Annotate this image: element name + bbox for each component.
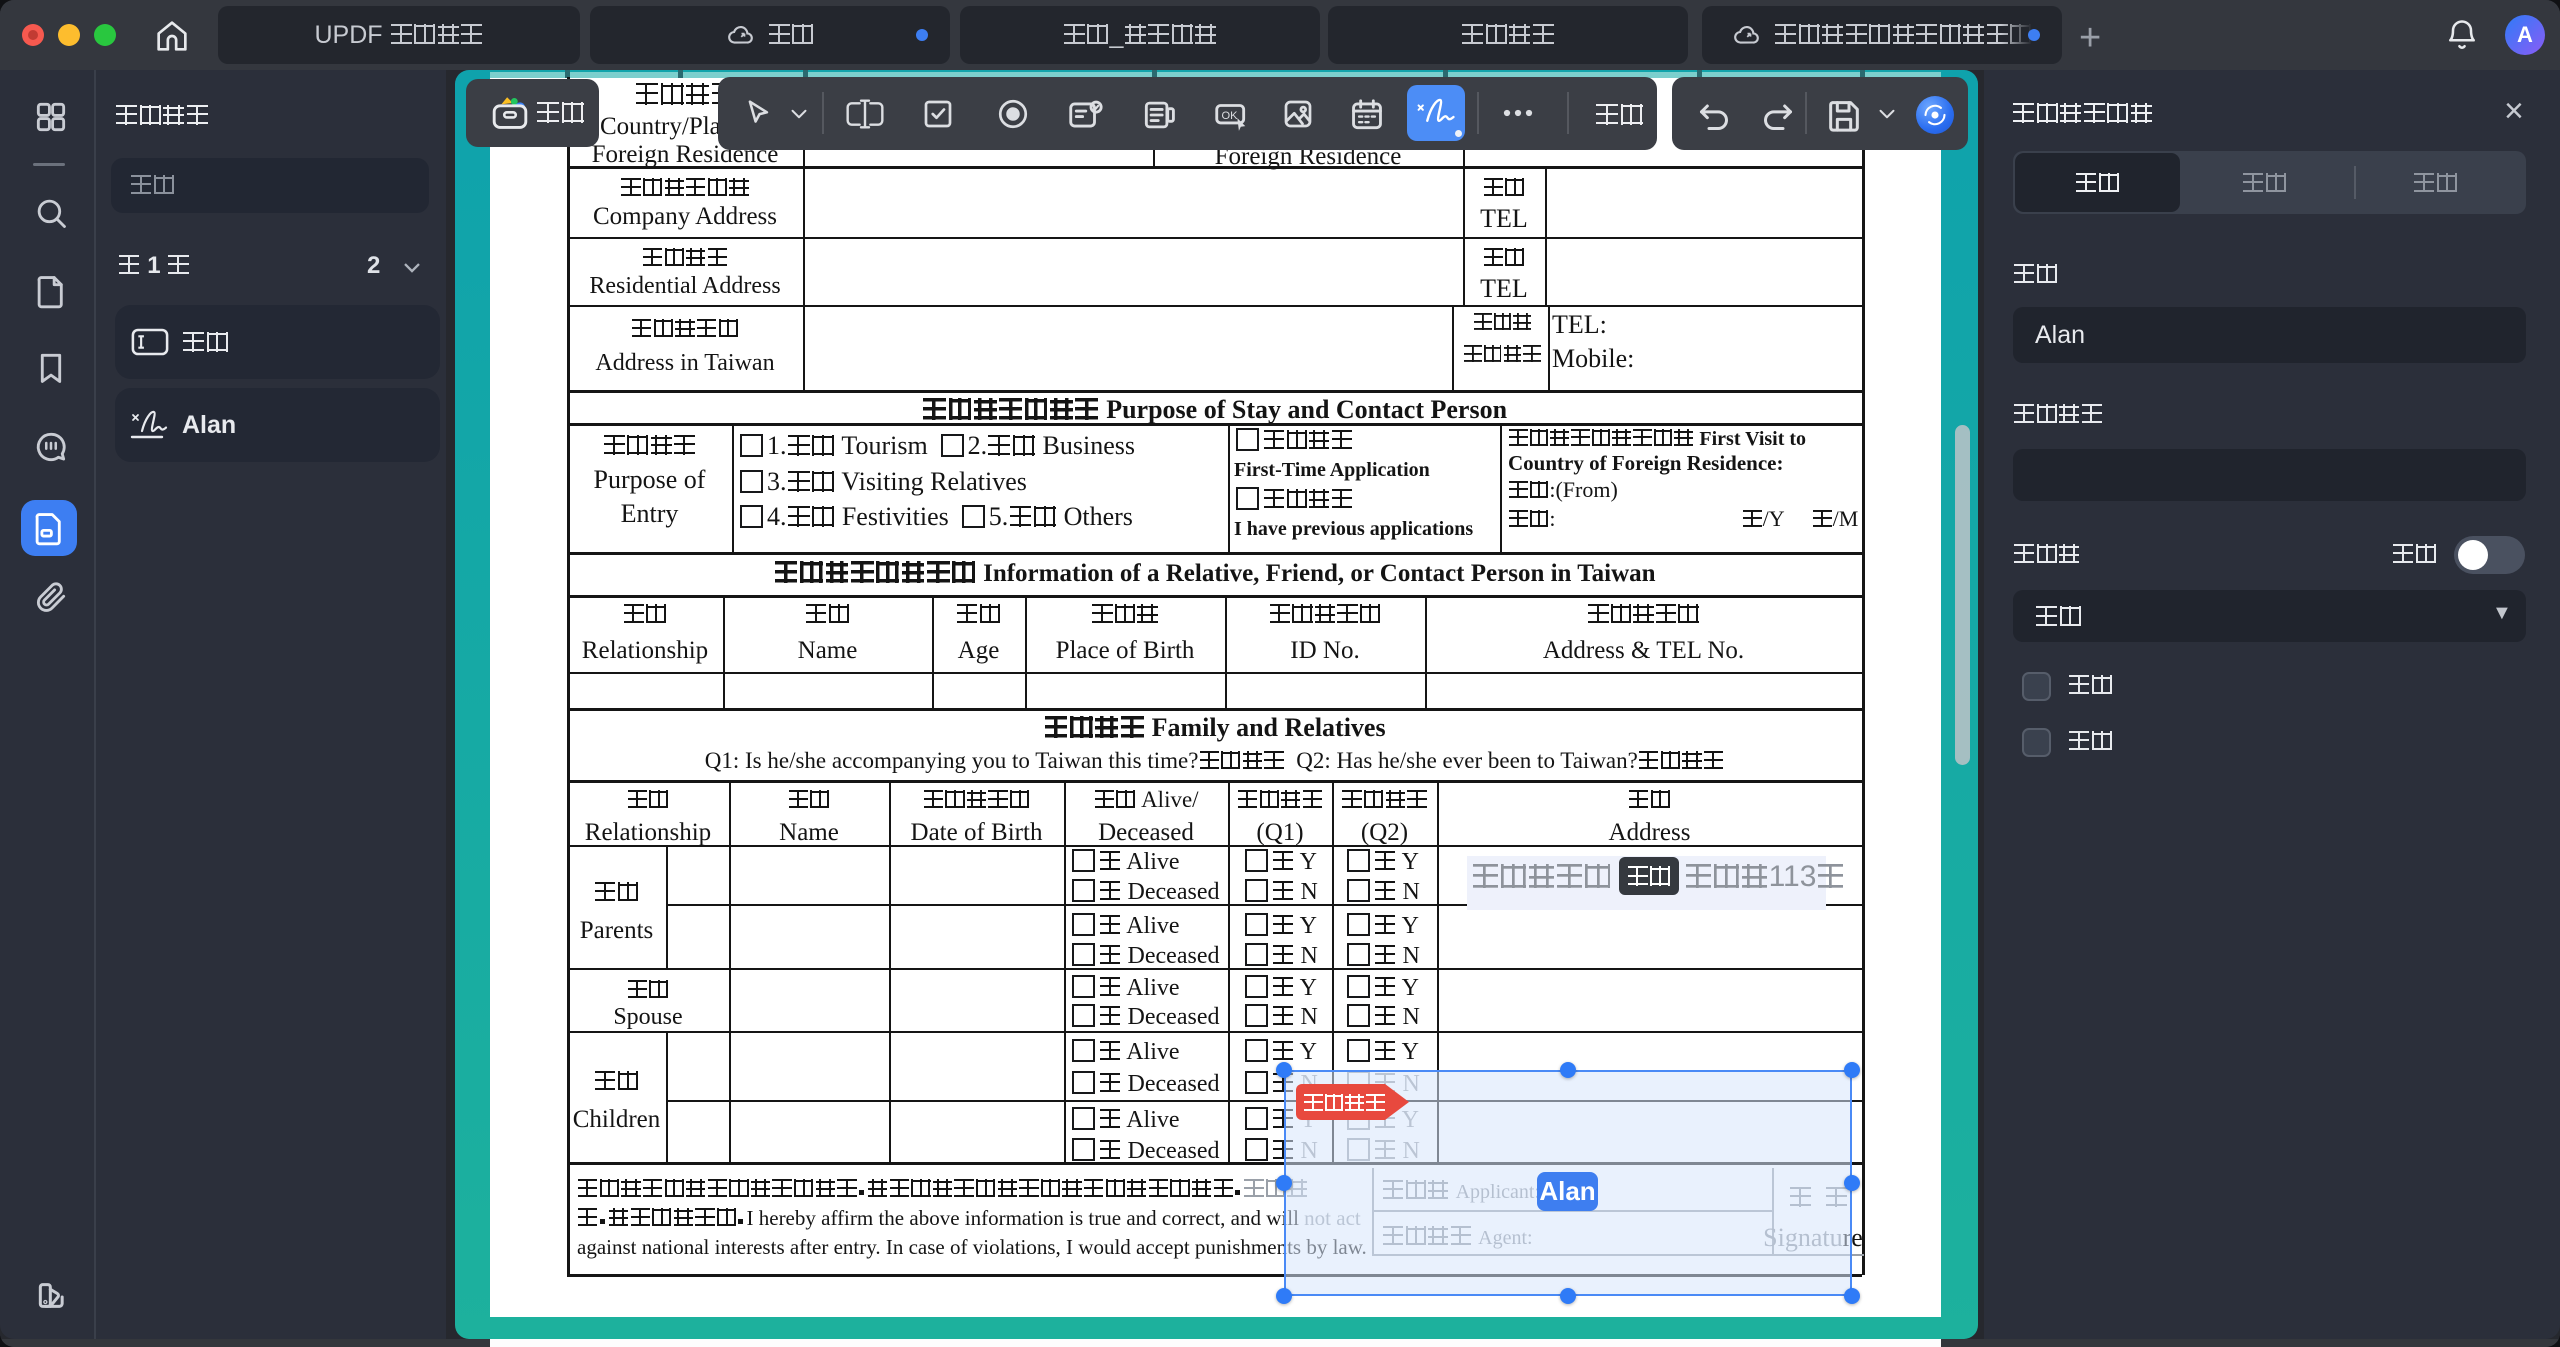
svg-text:OK: OK xyxy=(1222,110,1239,122)
